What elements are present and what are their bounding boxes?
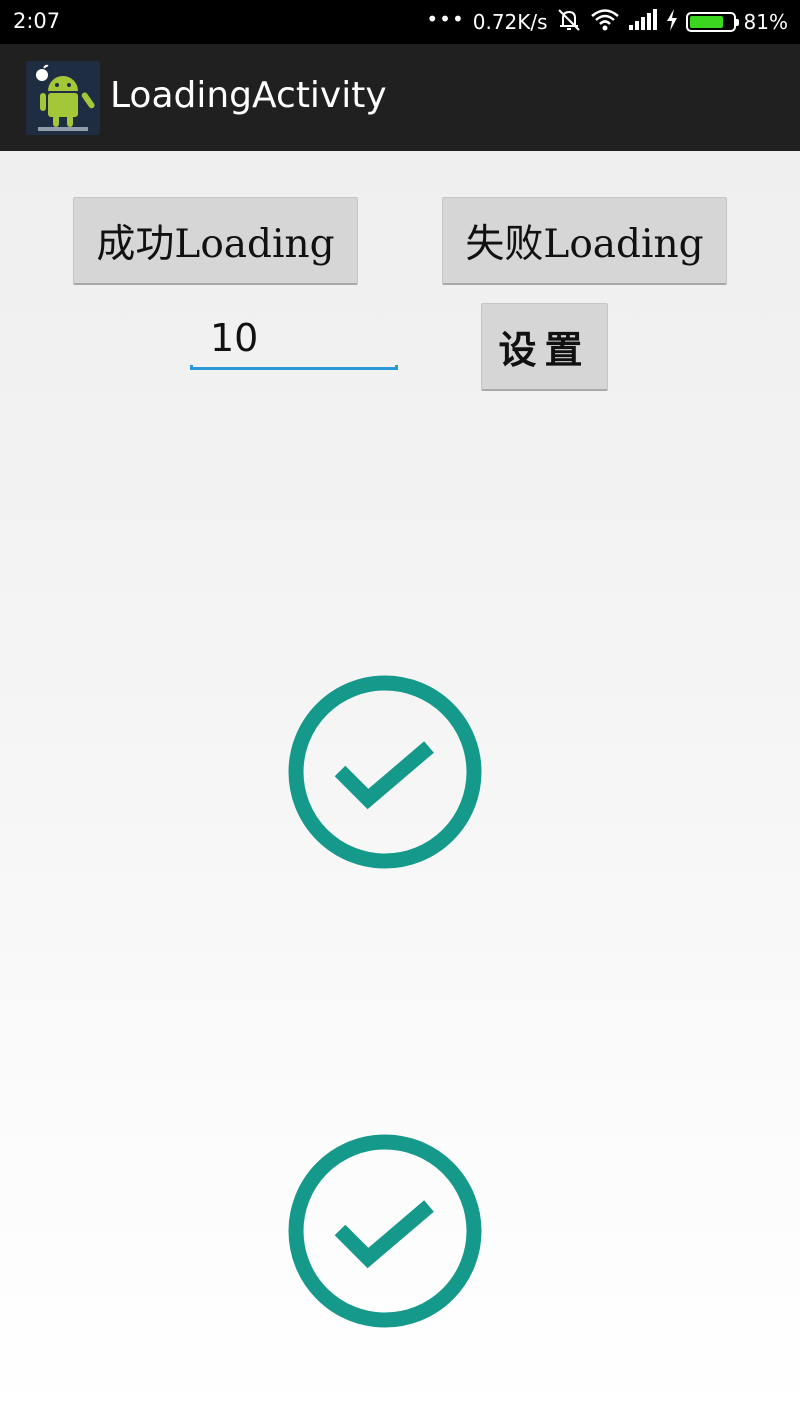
status-icons: ••• 0.72K/s 81%	[426, 0, 788, 44]
battery-percentage: 81%	[743, 10, 788, 34]
signal-icon	[628, 8, 658, 36]
notification-dots: •••	[426, 7, 465, 31]
charging-bolt-icon	[666, 8, 678, 36]
android-app-icon[interactable]	[26, 61, 100, 135]
mute-icon	[556, 8, 582, 37]
status-bar: 2:07 ••• 0.72K/s 81%	[0, 0, 800, 44]
action-bar: LoadingActivity	[0, 44, 800, 151]
count-input-underline	[190, 365, 398, 370]
fail-loading-button[interactable]: 失败Loading	[442, 197, 727, 285]
battery-level	[689, 16, 723, 28]
check-circle-icon	[288, 675, 482, 869]
network-speed: 0.72K/s	[472, 10, 548, 34]
success-loading-button[interactable]: 成功Loading	[73, 197, 358, 285]
main-content: 成功Loading 失败Loading 设置	[0, 151, 800, 1422]
count-input[interactable]	[190, 307, 398, 369]
status-time: 2:07	[13, 9, 61, 33]
app-title: LoadingActivity	[110, 75, 387, 116]
set-button[interactable]: 设置	[481, 303, 608, 391]
battery-icon	[685, 12, 739, 32]
check-circle-icon	[288, 1134, 482, 1328]
wifi-icon	[590, 8, 620, 37]
